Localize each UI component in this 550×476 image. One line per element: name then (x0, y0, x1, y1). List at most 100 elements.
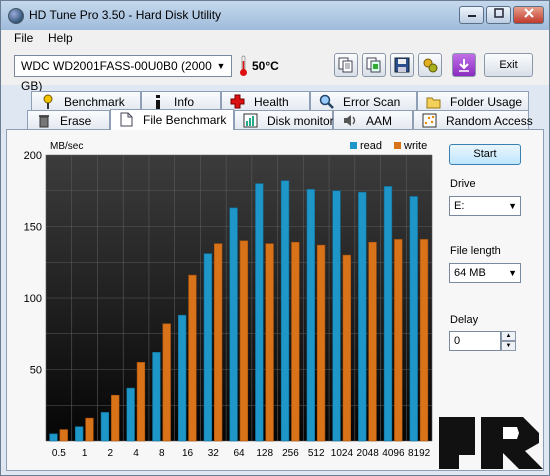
x-tick-label: 1 (82, 448, 88, 459)
download-icon (459, 59, 469, 72)
menu-bar: File Help (1, 30, 549, 47)
x-tick-label: 64 (233, 448, 245, 459)
tab-label: Error Scan (343, 95, 401, 109)
x-tick-label: 32 (208, 448, 220, 459)
tab-disk-monitor[interactable]: Disk monitor (234, 110, 334, 130)
bar-read (126, 387, 135, 442)
x-tick-label: 4 (133, 448, 139, 459)
bar-write (239, 240, 249, 442)
x-tick-label: 512 (308, 448, 325, 459)
tab-random-access[interactable]: Random Access (413, 110, 533, 130)
save-button[interactable] (390, 53, 414, 77)
file-length-combo-value: 64 MB (454, 267, 486, 279)
drive-combo-value: E: (454, 200, 465, 212)
file-icon (119, 112, 134, 127)
y-tick-label: 100 (24, 293, 42, 305)
legend-label-write: write (403, 140, 427, 152)
x-tick-label: 4096 (382, 448, 405, 459)
x-tick-label: 128 (256, 448, 273, 459)
y-tick-label: 150 (24, 222, 42, 234)
bar-write (342, 254, 351, 442)
bar-read (100, 412, 110, 442)
download-button[interactable] (452, 53, 476, 77)
file-length-label: File length (450, 245, 501, 257)
tab-file-benchmark[interactable]: File Benchmark (110, 109, 234, 130)
disk-monitor-icon (243, 113, 258, 128)
tab-label: Erase (60, 114, 92, 128)
x-tick-label: 1024 (331, 448, 354, 459)
bar-write (316, 244, 326, 442)
spin-down-button[interactable]: ▼ (501, 341, 516, 351)
tab-benchmark[interactable]: Benchmark (31, 91, 141, 111)
bar-read (203, 253, 213, 442)
start-button[interactable]: Start (449, 144, 521, 165)
chevron-down-icon: ▼ (216, 61, 226, 71)
bar-read (229, 207, 238, 442)
exit-button[interactable]: Exit (484, 53, 533, 77)
maximize-button[interactable] (486, 6, 511, 24)
tab-label: Health (254, 95, 289, 109)
bar-write (368, 241, 377, 442)
legend-swatch-write (394, 142, 401, 149)
app-disk-icon (8, 8, 24, 24)
copy-text-button[interactable] (334, 53, 358, 77)
tab-erase[interactable]: Erase (27, 110, 110, 130)
title-bar: HD Tune Pro 3.50 - Hard Disk Utility (1, 1, 549, 30)
tab-folder-usage[interactable]: Folder Usage (417, 91, 529, 111)
save-icon (394, 57, 410, 73)
minimize-button[interactable] (459, 6, 484, 24)
chevron-down-icon: ▼ (508, 268, 517, 278)
x-tick-label: 2048 (357, 448, 380, 459)
x-tick-label: 256 (282, 448, 299, 459)
tab-error-scan[interactable]: Error Scan (310, 91, 417, 111)
bar-read (358, 191, 367, 442)
drive-combo[interactable]: E: ▼ (449, 196, 521, 216)
file-benchmark-chart: 50 100 150 200 MB/sec 0.5 1 2 4 8 16 32 64 128 256 512 1… (24, 140, 433, 459)
random-access-icon (422, 113, 437, 128)
file-length-combo[interactable]: 64 MB ▼ (449, 263, 521, 283)
tab-label: AAM (366, 114, 393, 128)
drive-selector-value: WDC WD2001FASS-00U0B0 (2000 GB) (21, 59, 212, 93)
trash-icon (36, 113, 51, 128)
options-button[interactable] (418, 53, 442, 77)
bar-write (419, 239, 429, 442)
bar-write (85, 417, 94, 442)
bar-write (111, 394, 120, 442)
bar-read (152, 352, 161, 442)
minimize-icon (467, 15, 476, 17)
bar-read (409, 196, 418, 442)
bar-read (255, 183, 264, 442)
drive-selector[interactable]: WDC WD2001FASS-00U0B0 (2000 GB) ▼ (14, 55, 232, 93)
tab-health[interactable]: Health (221, 91, 310, 111)
bar-read (383, 186, 393, 442)
benchmark-icon (40, 94, 55, 109)
speaker-icon (342, 113, 357, 128)
health-icon (230, 94, 245, 109)
maximize-icon (493, 8, 504, 18)
menu-help[interactable]: Help (48, 31, 73, 45)
spin-up-button[interactable]: ▲ (501, 331, 516, 341)
bar-write (162, 323, 171, 442)
tab-label: Random Access (446, 114, 533, 128)
bar-read (306, 189, 315, 442)
bar-write (136, 362, 146, 442)
bar-read (177, 314, 187, 442)
thermometer-icon (240, 55, 247, 76)
copy-screenshot-button[interactable] (362, 53, 386, 77)
toolbar: WDC WD2001FASS-00U0B0 (2000 GB) ▼ 50°C E… (1, 47, 549, 93)
x-tick-label: 0.5 (52, 448, 66, 459)
close-button[interactable] (513, 6, 544, 24)
menu-file[interactable]: File (14, 31, 33, 45)
folder-icon (426, 94, 441, 109)
bar-read (75, 426, 84, 442)
x-tick-label: 8 (159, 448, 165, 459)
delay-label: Delay (450, 314, 479, 326)
bar-write (265, 243, 274, 442)
tab-aam[interactable]: AAM (333, 110, 413, 130)
tab-info[interactable]: Info (141, 91, 221, 111)
y-tick-label: 50 (30, 365, 42, 377)
legit-reviews-logo (439, 417, 543, 469)
temperature-value: 50°C (252, 59, 279, 73)
legend-swatch-read (350, 142, 357, 149)
delay-input[interactable]: 0 (449, 331, 501, 351)
